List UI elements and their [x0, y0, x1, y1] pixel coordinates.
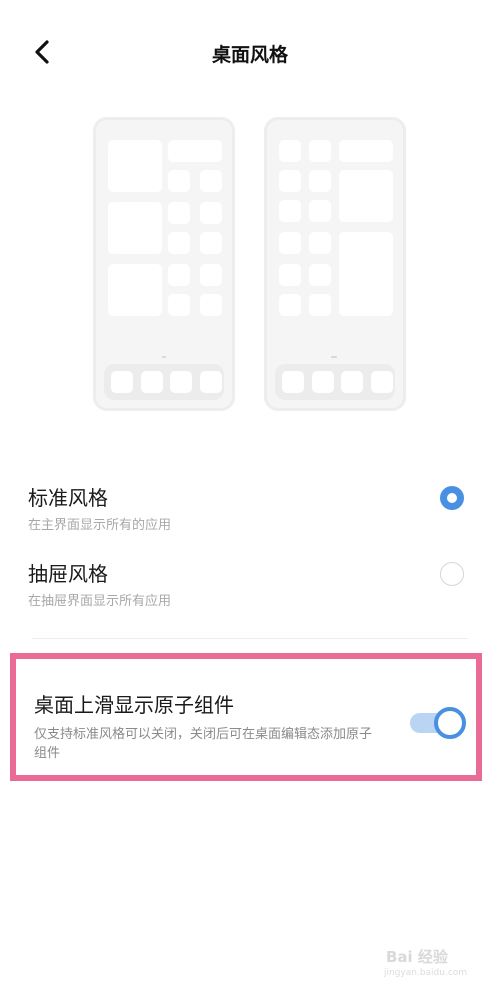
atom-widget-subtitle: 仅支持标准风格可以关闭，关闭后可在桌面编辑态添加原子组件	[34, 727, 373, 761]
dock-icon-block	[200, 371, 222, 393]
widget-block	[168, 140, 222, 162]
widget-block	[339, 170, 393, 222]
app-icon-block	[279, 232, 301, 254]
widget-block	[339, 232, 393, 316]
app-icon-block	[279, 264, 301, 286]
divider	[32, 638, 468, 639]
app-icon-block	[168, 170, 190, 192]
dock-icon-block	[111, 371, 133, 393]
toggle-knob	[434, 707, 466, 739]
atom-widget-toggle[interactable]	[410, 707, 466, 739]
watermark-logo: Bai 经验 jingyan.baidu.com	[378, 944, 474, 984]
app-icon-block	[309, 264, 331, 286]
option-title: 标准风格	[28, 486, 108, 510]
app-icon-block	[309, 232, 331, 254]
standard-style-preview[interactable]	[93, 117, 235, 411]
drawer-style-preview[interactable]	[264, 117, 406, 411]
app-icon-block	[309, 294, 331, 316]
atom-widget-title: 桌面上滑显示原子组件	[34, 693, 234, 717]
watermark-url: jingyan.baidu.com	[384, 968, 468, 978]
app-icon-block	[168, 294, 190, 316]
dock-icon-block	[141, 371, 163, 393]
page-indicator	[331, 356, 337, 358]
app-icon-block	[309, 200, 331, 222]
dock-area	[275, 364, 395, 400]
radio-unselected[interactable]	[440, 562, 464, 586]
option-standard-style[interactable]: 标准风格 在主界面显示所有的应用	[0, 482, 500, 552]
widget-block	[108, 140, 162, 192]
dock-icon-block	[312, 371, 334, 393]
dock-icon-block	[371, 371, 393, 393]
widget-block	[108, 202, 162, 254]
app-icon-block	[309, 170, 331, 192]
option-subtitle: 在抽屉界面显示所有应用	[28, 594, 172, 609]
app-icon-block	[279, 140, 301, 162]
dock-icon-block	[170, 371, 192, 393]
app-icon-block	[200, 264, 222, 286]
app-icon-block	[200, 294, 222, 316]
watermark-text: Bai 经验	[386, 948, 448, 966]
dock-icon-block	[282, 371, 304, 393]
app-icon-block	[279, 200, 301, 222]
page-title: 桌面风格	[211, 44, 288, 66]
page-indicator	[162, 356, 166, 358]
app-icon-block	[279, 170, 301, 192]
radio-selected[interactable]	[440, 486, 464, 510]
header-bar: 桌面风格	[0, 0, 500, 110]
dock-icon-block	[341, 371, 363, 393]
widget-block	[108, 264, 162, 316]
option-drawer-style[interactable]: 抽屉风格 在抽屉界面显示所有应用	[0, 558, 500, 628]
widget-block	[339, 140, 393, 162]
app-icon-block	[200, 170, 222, 192]
app-icon-block	[279, 294, 301, 316]
app-icon-block	[309, 140, 331, 162]
option-subtitle: 在主界面显示所有的应用	[28, 518, 172, 533]
app-icon-block	[200, 232, 222, 254]
app-icon-block	[168, 232, 190, 254]
dock-area	[104, 364, 224, 400]
app-icon-block	[168, 264, 190, 286]
option-title: 抽屉风格	[28, 562, 108, 586]
app-icon-block	[200, 202, 222, 224]
app-icon-block	[168, 202, 190, 224]
